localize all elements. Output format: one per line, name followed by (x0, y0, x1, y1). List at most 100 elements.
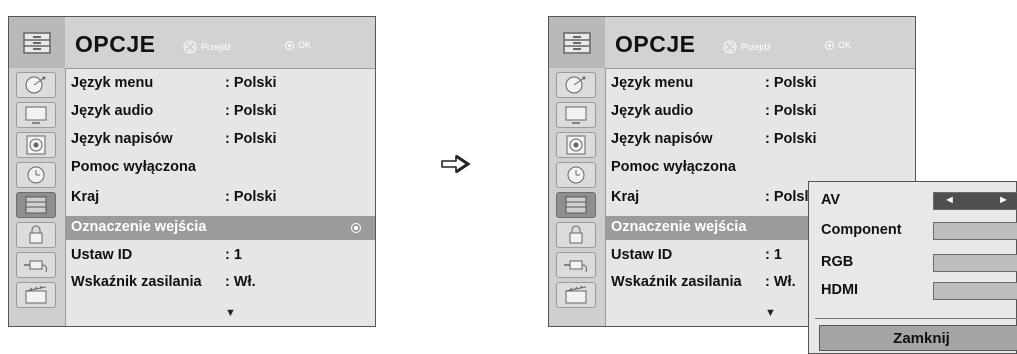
menu-item-label: Język napisów (71, 131, 173, 147)
slate-icon[interactable] (556, 282, 596, 308)
screen-icon[interactable] (556, 102, 596, 128)
drawer-icon (9, 17, 65, 68)
menu-item-value: : Polski (765, 103, 817, 119)
menu-item-country[interactable]: Kraj : Polski (71, 189, 277, 211)
menu-item-label: Język menu (611, 75, 694, 91)
menu-item-label: Pomoc wyłączona (611, 159, 736, 175)
clock-icon[interactable] (16, 162, 56, 188)
menu-item-label: Wskaźnik zasilania (71, 274, 202, 290)
menu-item-country[interactable]: Kraj : Polsl (611, 189, 809, 211)
menu-item-input-label[interactable]: Oznaczenie wejścia (606, 216, 810, 240)
menu-item-set-id[interactable]: Ustaw ID : 1 (611, 247, 782, 269)
menu-item-value: : 1 (225, 247, 242, 263)
popup-row-label: AV (821, 192, 841, 208)
ok-hint: OK (825, 40, 851, 50)
menu-item-help-disabled[interactable]: Pomoc wyłączona (611, 159, 736, 181)
component-label-field[interactable] (933, 222, 1017, 240)
close-button[interactable]: Zamknij (819, 325, 1017, 351)
menu-item-value: : Polski (765, 75, 817, 91)
menu-item-value: : Wł. (765, 274, 796, 290)
options-menu-left: OPCJE Przejdź OK Język menu: Polski Jęz… (8, 16, 376, 327)
menu-item-label: Język audio (611, 103, 694, 119)
menu-item-label: Ustaw ID (611, 247, 673, 263)
popup-row-av[interactable]: AV ◄ ► (809, 190, 1017, 212)
menu-item-label: Kraj (71, 189, 100, 205)
menu-item-label: Wskaźnik zasilania (611, 274, 742, 290)
menu-item-power-indicator[interactable]: Wskaźnik zasilania : Wł. (611, 274, 796, 296)
menu-item-set-id[interactable]: Ustaw ID : 1 (71, 247, 242, 269)
rgb-label-field[interactable] (933, 254, 1017, 272)
scroll-down-icon[interactable]: ▼ (765, 307, 776, 319)
menu-item-language-menu[interactable]: Język menu : Polski (71, 75, 277, 97)
clock-icon[interactable] (556, 162, 596, 188)
popup-row-component[interactable]: Component (809, 220, 1017, 242)
category-icon-column (549, 68, 606, 326)
ok-hint-label: OK (298, 40, 312, 50)
menu-item-language-subtitles[interactable]: Język napisów : Polski (71, 131, 277, 153)
popup-row-label: RGB (821, 254, 854, 270)
menu-item-help-disabled[interactable]: Pomoc wyłączona (71, 159, 196, 181)
popup-row-rgb[interactable]: RGB (809, 252, 1017, 274)
satellite-dish-icon[interactable] (556, 72, 596, 98)
menu-item-language-menu[interactable]: Język menu : Polski (611, 75, 817, 97)
nav-hint-label: Przejdź (201, 42, 232, 52)
ok-icon (285, 40, 294, 50)
menu-title: OPCJE (615, 31, 696, 57)
dpad-icon (723, 40, 737, 54)
menu-item-value: : Polski (225, 189, 277, 205)
menu-item-value: : 1 (765, 247, 782, 263)
popup-row-label: Component (821, 222, 902, 238)
hdmi-label-field[interactable] (933, 282, 1017, 300)
nav-hint: Przejdź (183, 40, 231, 54)
ok-hint: OK (285, 40, 311, 50)
menu-item-value: : Polski (225, 75, 277, 91)
drawer-icon[interactable] (16, 192, 56, 218)
menu-item-label: Oznaczenie wejścia (71, 219, 207, 235)
menu-item-language-subtitles[interactable]: Język napisów : Polski (611, 131, 817, 153)
left-arrow-icon[interactable]: ◄ (944, 194, 955, 206)
ok-hint-label: OK (838, 40, 852, 50)
plug-icon[interactable] (556, 252, 596, 278)
menu-item-value: : Polski (225, 103, 277, 119)
ok-icon (351, 223, 361, 233)
drawer-icon (549, 17, 605, 68)
dpad-icon (183, 40, 197, 54)
nav-hint: Przejdź (723, 40, 771, 54)
menu-item-input-label[interactable]: Oznaczenie wejścia (66, 216, 375, 240)
menu-item-label: Kraj (611, 189, 640, 205)
speaker-icon[interactable] (556, 132, 596, 158)
plug-icon[interactable] (16, 252, 56, 278)
menu-item-language-audio[interactable]: Język audio : Polski (71, 103, 277, 125)
input-label-popup: AV ◄ ► Component RGB HDMI Zamknij (808, 181, 1017, 354)
satellite-dish-icon[interactable] (16, 72, 56, 98)
menu-item-power-indicator[interactable]: Wskaźnik zasilania : Wł. (71, 274, 256, 296)
menu-header: OPCJE Przejdź OK (549, 17, 915, 69)
right-arrow-icon[interactable]: ► (998, 194, 1009, 206)
menu-item-value: : Polski (225, 131, 277, 147)
slate-icon[interactable] (16, 282, 56, 308)
popup-row-label: HDMI (821, 282, 859, 298)
menu-item-value: : Polski (765, 131, 817, 147)
av-label-selector[interactable]: ◄ ► (933, 192, 1017, 210)
scroll-down-icon[interactable]: ▼ (225, 307, 236, 319)
right-arrow-icon (441, 154, 471, 174)
menu-item-label: Pomoc wyłączona (71, 159, 196, 175)
screen-icon[interactable] (16, 102, 56, 128)
speaker-icon[interactable] (16, 132, 56, 158)
menu-item-language-audio[interactable]: Język audio : Polski (611, 103, 817, 125)
drawer-icon[interactable] (556, 192, 596, 218)
lock-icon[interactable] (16, 222, 56, 248)
menu-item-label: Język audio (71, 103, 154, 119)
ok-icon (825, 40, 834, 50)
lock-icon[interactable] (556, 222, 596, 248)
menu-title: OPCJE (75, 31, 156, 57)
menu-item-value: : Wł. (225, 274, 256, 290)
menu-header: OPCJE Przejdź OK (9, 17, 375, 69)
category-icon-column (9, 68, 66, 326)
menu-item-label: Oznaczenie wejścia (611, 219, 747, 235)
menu-item-label: Ustaw ID (71, 247, 133, 263)
menu-item-label: Język menu (71, 75, 154, 91)
popup-divider (815, 318, 1017, 319)
popup-row-hdmi[interactable]: HDMI (809, 280, 1017, 302)
menu-item-label: Język napisów (611, 131, 713, 147)
